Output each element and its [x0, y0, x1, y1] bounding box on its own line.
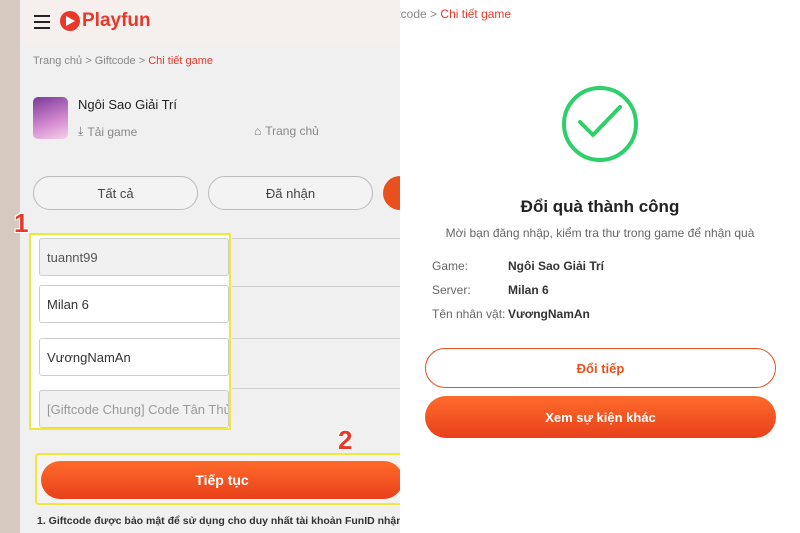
giftcode-form: tuannt99 Milan 6 VươngNamAn [Giftcode Ch… [29, 233, 231, 430]
breadcrumb: Trang chủ > Giftcode > Chi tiết game [33, 55, 214, 67]
game-avatar [33, 97, 68, 139]
info-value: VươngNamAn [508, 307, 590, 321]
see-other-events-button[interactable]: Xem sự kiện khác [425, 396, 776, 438]
breadcrumb-current: Chi tiết game [148, 55, 214, 67]
brand-name: Playfun [82, 10, 151, 31]
giftcode-form-panel: Playfun Trang chủ > Giftcode > Chi tiết … [0, 0, 400, 533]
game-title: Ngôi Sao Giải Trí [78, 97, 177, 112]
account-field[interactable]: tuannt99 [39, 238, 229, 276]
home-icon: ⌂ [254, 124, 262, 138]
info-value: Milan 6 [508, 283, 549, 297]
continue-highlight: Tiếp tục [35, 453, 400, 505]
info-value: Ngôi Sao Giải Trí [508, 259, 605, 273]
character-select[interactable]: VươngNamAn [39, 338, 229, 376]
check-circle-icon [562, 86, 638, 162]
info-game: Game: Ngôi Sao Giải Trí [432, 259, 604, 273]
breadcrumb-giftcode[interactable]: ftcode [400, 7, 427, 21]
step-1-marker: 1 [14, 208, 29, 238]
game-home-link[interactable]: ⌂ Trang chủ [254, 124, 319, 138]
server-select[interactable]: Milan 6 [39, 285, 229, 323]
continue-button[interactable]: Tiếp tục [41, 461, 400, 499]
info-label: Server: [432, 283, 471, 297]
redeem-again-button[interactable]: Đổi tiếp [425, 348, 776, 388]
breadcrumb-current: Chi tiết game [440, 7, 512, 21]
breadcrumb-giftcode[interactable]: Giftcode [95, 55, 136, 67]
breadcrumb: ftcode > Chi tiết game [400, 7, 511, 21]
breadcrumb-home[interactable]: Trang chủ [33, 55, 82, 67]
giftcode-note: 1. Giftcode được bảo mật để sử dụng cho … [37, 515, 400, 527]
play-icon [60, 11, 80, 31]
info-label: Tên nhân vật: [432, 307, 506, 321]
success-title: Đổi quà thành công [520, 197, 680, 216]
filter-all-button[interactable]: Tất cả [33, 176, 198, 210]
download-game-link[interactable]: ⤓ Tải game [78, 124, 137, 139]
hamburger-icon[interactable] [34, 15, 50, 29]
background-decoration [0, 0, 20, 533]
download-icon: ⤓ [78, 124, 84, 138]
info-label: Game: [432, 259, 469, 273]
giftcode-input[interactable]: [Giftcode Chung] Code Tân Thủ [39, 390, 229, 428]
success-subtitle: Mời bạn đăng nhập, kiểm tra thư trong ga… [445, 226, 755, 240]
info-server: Server: Milan 6 [432, 283, 549, 297]
info-character: Tên nhân vật: VươngNamAn [432, 307, 590, 321]
background-form-lines [232, 238, 400, 428]
filter-received-button[interactable]: Đã nhận [208, 176, 373, 210]
success-panel: ftcode > Chi tiết game Đổi quà thành côn… [400, 0, 800, 533]
playfun-logo[interactable]: Playfun [60, 10, 151, 32]
step-2-marker: 2 [338, 425, 353, 455]
